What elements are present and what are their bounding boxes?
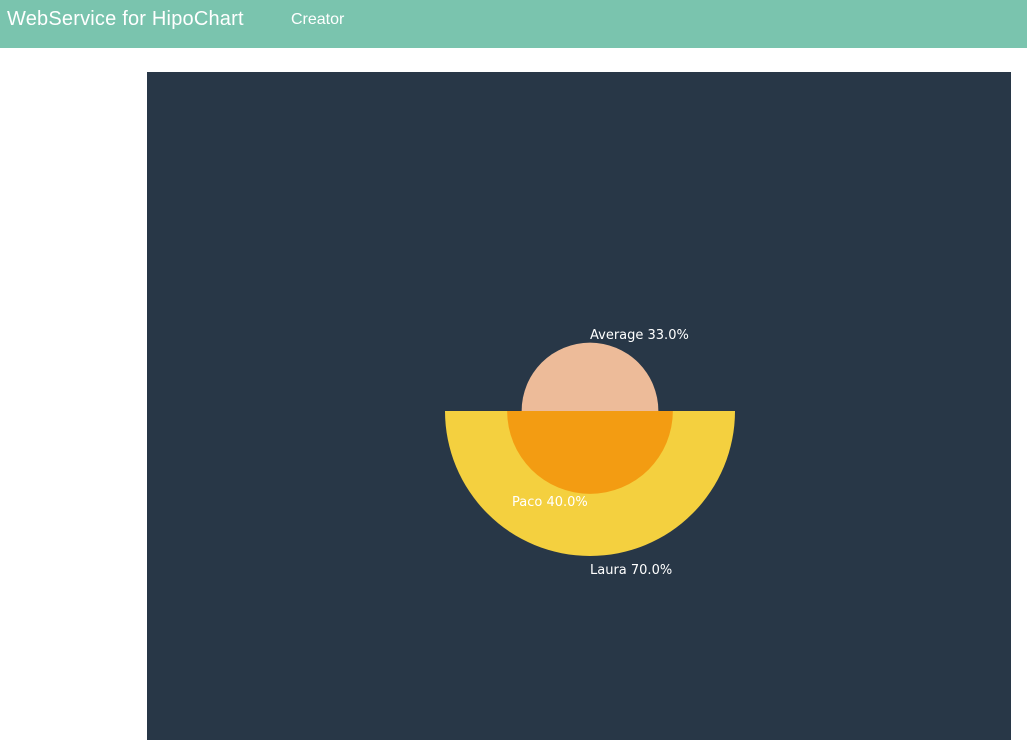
hipochart: Laura 70.0% Paco 40.0% Average 33.0%	[445, 328, 735, 578]
label-average: Average 33.0%	[590, 328, 689, 343]
brand-link[interactable]: WebService for HipoChart	[7, 8, 244, 31]
chart-marks	[445, 342, 735, 556]
nav-link-creator[interactable]: Creator	[291, 11, 344, 29]
top-navbar: WebService for HipoChart Creator	[0, 0, 1027, 48]
label-laura: Laura 70.0%	[590, 563, 672, 578]
slice-average	[521, 342, 659, 411]
chart-panel: Laura 70.0% Paco 40.0% Average 33.0%	[147, 72, 1011, 740]
label-paco: Paco 40.0%	[512, 495, 588, 510]
